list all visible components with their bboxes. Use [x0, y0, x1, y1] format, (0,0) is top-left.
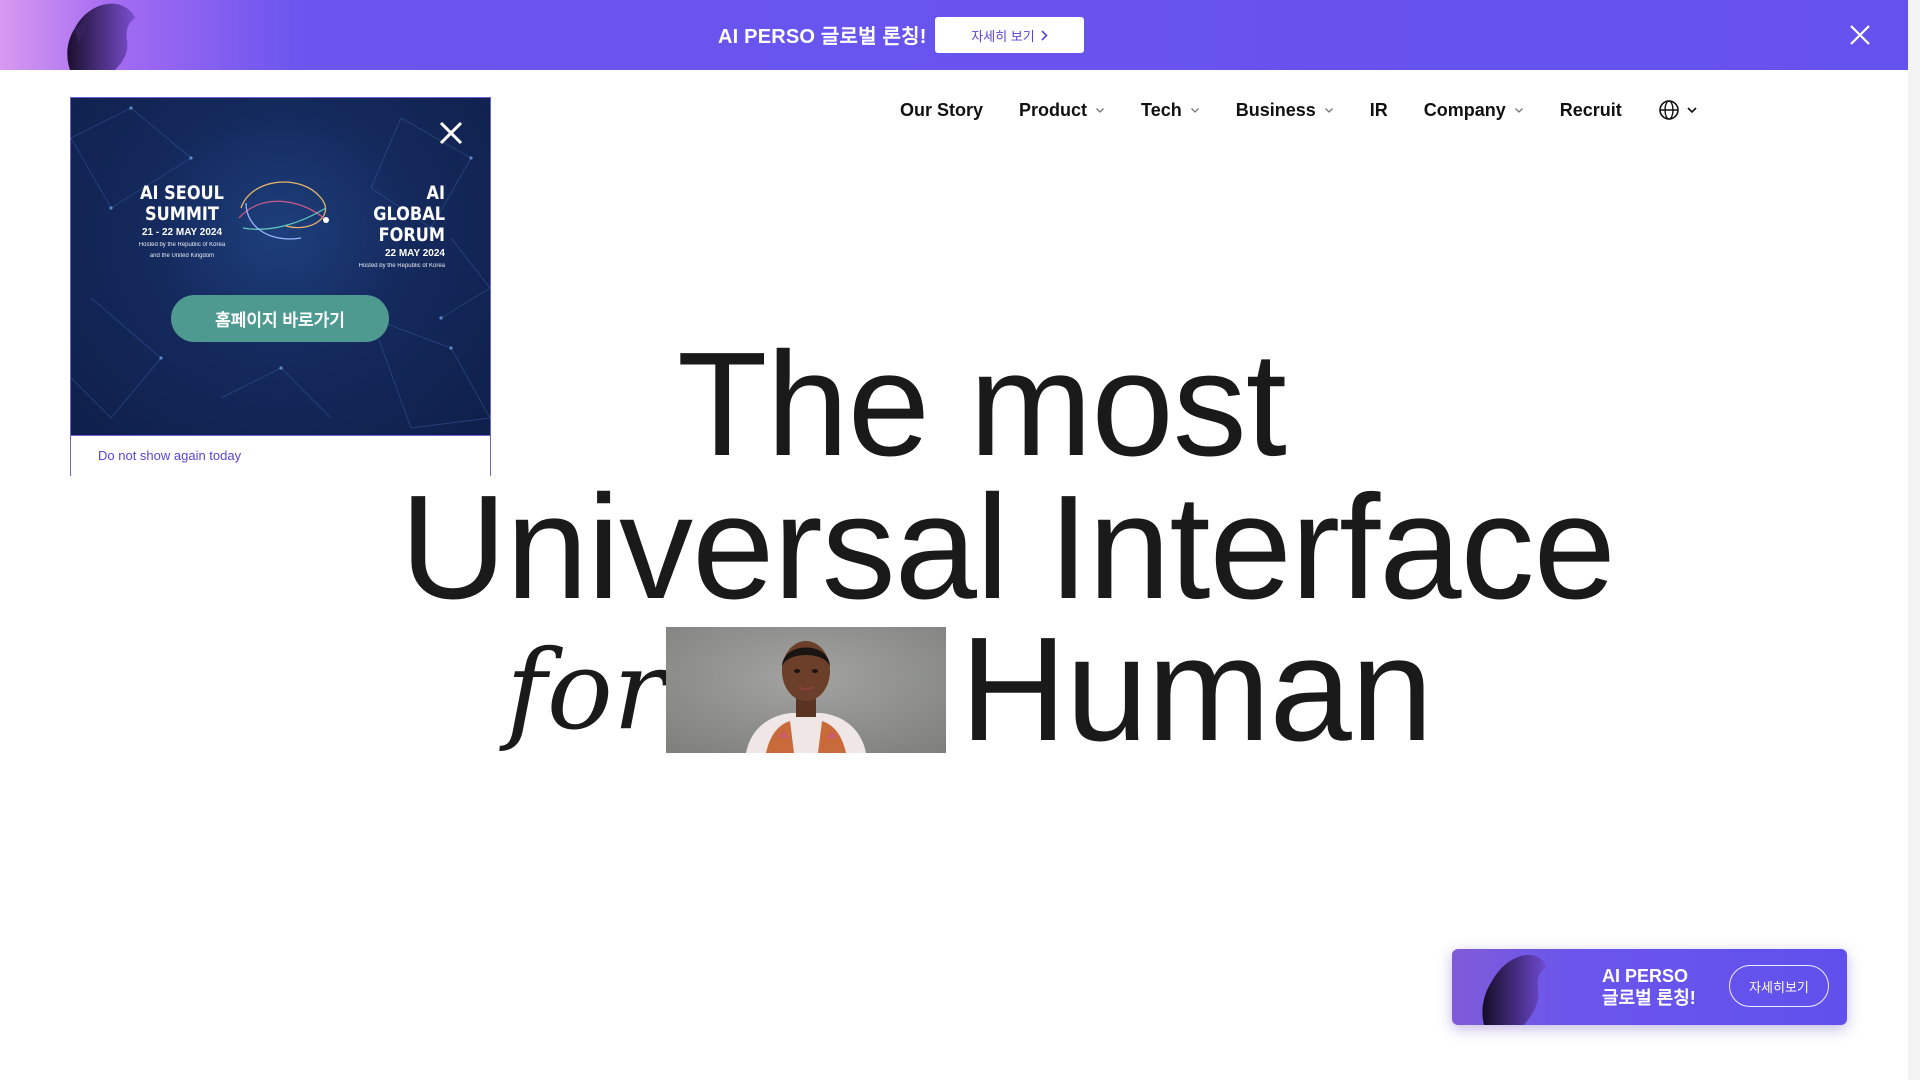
language-selector[interactable]	[1658, 99, 1698, 121]
event-date: 22 MAY 2024	[384, 248, 445, 259]
event-popup: AI SEOUL SUMMIT 21 - 22 MAY 2024 Hosted …	[70, 97, 491, 476]
nav-item-product[interactable]: Product	[1019, 100, 1105, 121]
ai-seoul-summit-logo: AI SEOUL SUMMIT 21 - 22 MAY 2024 Hosted …	[129, 183, 235, 260]
promo-portrait-image	[1470, 949, 1550, 1025]
popup-event-image: AI SEOUL SUMMIT 21 - 22 MAY 2024 Hosted …	[71, 98, 490, 435]
event-host: and the United Kingdom	[149, 253, 215, 259]
banner-portrait-image	[45, 0, 145, 70]
promo-text: AI PERSO 글로벌 론칭!	[1602, 965, 1696, 1009]
nav-item-recruit[interactable]: Recruit	[1560, 100, 1622, 121]
globe-icon	[1658, 100, 1679, 120]
do-not-show-today-link[interactable]: Do not show again today	[98, 448, 241, 463]
event-host: Hosted by the Republic of Korea	[358, 263, 445, 269]
main-nav: Our Story Product Tech Business IR Compa…	[900, 96, 1698, 124]
banner-details-label: 자세히 보기	[971, 28, 1035, 44]
event-title: AI GLOBAL	[373, 182, 445, 225]
nav-item-company[interactable]: Company	[1424, 100, 1524, 121]
page-scrollbar[interactable]	[1908, 0, 1920, 1080]
promo-details-button[interactable]: 자세히보기	[1729, 965, 1829, 1007]
promo-line1: AI PERSO	[1602, 966, 1689, 986]
nav-label: Tech	[1141, 99, 1182, 120]
nav-item-tech[interactable]: Tech	[1141, 100, 1200, 121]
nav-label: Business	[1235, 99, 1316, 120]
event-title: AI SEOUL	[140, 182, 224, 204]
chevron-down-icon	[1687, 107, 1697, 114]
hero-avatar-video	[666, 627, 946, 753]
close-icon[interactable]	[436, 118, 466, 148]
nav-label: Product	[1019, 99, 1088, 120]
ai-global-forum-logo: AI GLOBAL FORUM 22 MAY 2024 Hosted by th…	[339, 183, 445, 270]
chevron-down-icon	[1190, 108, 1199, 113]
hero-for-word: for	[506, 626, 666, 754]
nav-label: Our Story	[900, 99, 984, 120]
event-date: 21 - 22 MAY 2024	[141, 227, 223, 238]
chevron-down-icon	[1324, 108, 1333, 113]
nav-label: Recruit	[1559, 99, 1622, 120]
close-icon[interactable]	[1847, 22, 1873, 48]
announcement-banner: AI PERSO 글로벌 론칭! 자세히 보기	[0, 0, 1908, 70]
nav-label: Company	[1423, 99, 1506, 120]
banner-text: AI PERSO 글로벌 론칭!	[718, 26, 927, 48]
chevron-down-icon	[1514, 108, 1523, 113]
event-title: SUMMIT	[145, 203, 219, 225]
nav-item-ir[interactable]: IR	[1370, 100, 1388, 121]
banner-details-button[interactable]: 자세히 보기	[935, 17, 1084, 53]
promo-line2: 글로벌 론칭!	[1602, 988, 1696, 1008]
nav-label: IR	[1369, 99, 1388, 120]
hero-headline-line3: Human	[960, 607, 1433, 772]
homepage-link-button[interactable]: 홈페이지 바로가기	[171, 295, 389, 342]
event-title: FORUM	[378, 224, 445, 246]
floating-promo-card: AI PERSO 글로벌 론칭! 자세히보기	[1452, 949, 1847, 1025]
nav-item-business[interactable]: Business	[1236, 100, 1334, 121]
chevron-right-icon	[1041, 29, 1048, 41]
event-host: Hosted by the Republic of Korea	[138, 242, 226, 248]
chevron-down-icon	[1096, 108, 1104, 113]
nav-item-our-story[interactable]: Our Story	[900, 100, 983, 121]
